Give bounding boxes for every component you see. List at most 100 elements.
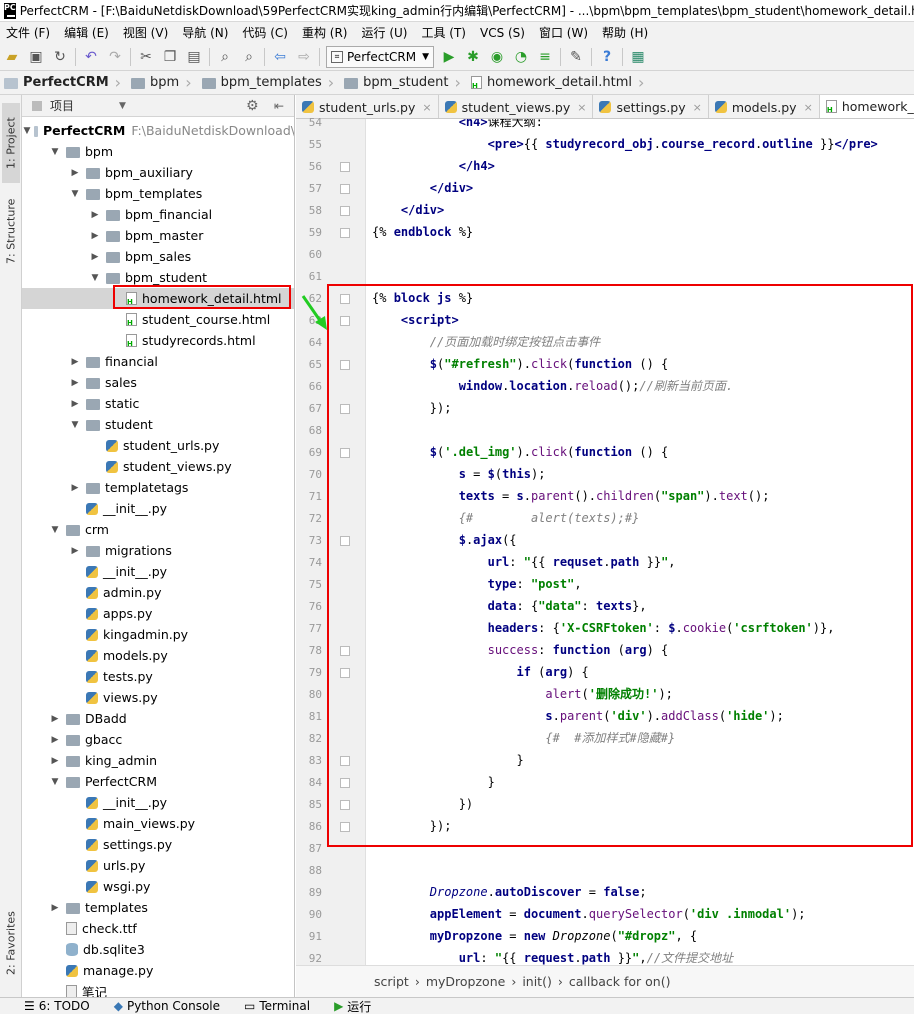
- fold-marker-icon[interactable]: [340, 162, 350, 172]
- fold-marker-icon[interactable]: [340, 756, 350, 766]
- breadcrumb-item[interactable]: homework_detail.html›: [467, 71, 651, 94]
- tree-item[interactable]: tests.py: [22, 666, 294, 687]
- tree-item[interactable]: ▶ bpm_financial: [22, 204, 294, 225]
- concurrency-icon[interactable]: ≡: [534, 46, 556, 68]
- chevron-right-icon[interactable]: ▶: [88, 210, 102, 220]
- chevron-right-icon[interactable]: ▶: [68, 378, 82, 388]
- find-icon[interactable]: ⌕: [214, 46, 236, 68]
- menu-run[interactable]: 运行 (U): [356, 24, 416, 41]
- tree-item[interactable]: homework_detail.html: [22, 288, 294, 309]
- chevron-right-icon[interactable]: ▶: [68, 168, 82, 178]
- chevron-right-icon[interactable]: ▶: [48, 903, 62, 913]
- tree-item[interactable]: settings.py: [22, 834, 294, 855]
- chevron-down-icon[interactable]: ▼: [88, 273, 102, 283]
- chevron-right-icon[interactable]: ▶: [88, 252, 102, 262]
- tree-item[interactable]: wsgi.py: [22, 876, 294, 897]
- profile-icon[interactable]: ◔: [510, 46, 532, 68]
- chevron-down-icon[interactable]: ▼: [48, 777, 62, 787]
- run-tab[interactable]: ▶ 运行: [334, 998, 371, 1014]
- chevron-down-icon[interactable]: ▼: [119, 101, 126, 111]
- chevron-right-icon[interactable]: ▶: [68, 546, 82, 556]
- tree-item[interactable]: ▶ DBadd: [22, 708, 294, 729]
- tree-item[interactable]: ▶ bpm_sales: [22, 246, 294, 267]
- run-icon[interactable]: ▶: [438, 46, 460, 68]
- tree-item[interactable]: ▼ PerfectCRM F:\BaiduNetdiskDownload\: [22, 120, 294, 141]
- menu-window[interactable]: 窗口 (W): [533, 24, 596, 41]
- menu-view[interactable]: 视图 (V): [117, 24, 176, 41]
- fold-marker-icon[interactable]: [340, 228, 350, 238]
- tree-item[interactable]: student_views.py: [22, 456, 294, 477]
- tree-item[interactable]: __init__.py: [22, 792, 294, 813]
- python-console-tab[interactable]: ◆ Python Console: [114, 999, 220, 1013]
- tree-item[interactable]: 笔记: [22, 981, 294, 997]
- tree-item[interactable]: ▶ bpm_auxiliary: [22, 162, 294, 183]
- tree-item[interactable]: ▶ king_admin: [22, 750, 294, 771]
- undo-icon[interactable]: ↶: [80, 46, 102, 68]
- cut-icon[interactable]: ✂: [135, 46, 157, 68]
- chevron-right-icon[interactable]: ▶: [48, 714, 62, 724]
- fold-marker-icon[interactable]: [340, 778, 350, 788]
- close-icon[interactable]: ×: [422, 101, 431, 114]
- tree-item[interactable]: studyrecords.html: [22, 330, 294, 351]
- breadcrumb-item[interactable]: PerfectCRM ›: [0, 71, 127, 94]
- project-view-select[interactable]: 项目: [50, 97, 74, 114]
- chevron-down-icon[interactable]: ▼: [68, 420, 82, 430]
- tree-item[interactable]: models.py: [22, 645, 294, 666]
- breadcrumb-item[interactable]: bpm_student ›: [340, 71, 467, 94]
- project-tool-tab[interactable]: 1: Project: [2, 103, 20, 183]
- fold-marker-icon[interactable]: [340, 404, 350, 414]
- structure-tool-tab[interactable]: 7: Structure: [2, 191, 20, 271]
- fold-marker-icon[interactable]: [340, 668, 350, 678]
- coverage-icon[interactable]: ◉: [486, 46, 508, 68]
- breadcrumb-item[interactable]: bpm_templates ›: [198, 71, 341, 94]
- tree-item[interactable]: views.py: [22, 687, 294, 708]
- close-icon[interactable]: ×: [693, 101, 702, 114]
- forward-icon[interactable]: ⇨: [293, 46, 315, 68]
- tree-item[interactable]: manage.py: [22, 960, 294, 981]
- menu-navigate[interactable]: 导航 (N): [176, 24, 236, 41]
- tree-item[interactable]: ▼ student: [22, 414, 294, 435]
- menu-vcs[interactable]: VCS (S): [474, 26, 533, 40]
- fold-marker-icon[interactable]: [340, 184, 350, 194]
- tree-item[interactable]: kingadmin.py: [22, 624, 294, 645]
- open-folder-icon[interactable]: ▰: [1, 46, 23, 68]
- tree-item[interactable]: apps.py: [22, 603, 294, 624]
- tree-item[interactable]: ▼ bpm: [22, 141, 294, 162]
- settings-wrench-icon[interactable]: ✎: [565, 46, 587, 68]
- close-icon[interactable]: ×: [577, 101, 586, 114]
- fold-marker-icon[interactable]: [340, 316, 350, 326]
- close-icon[interactable]: ×: [804, 101, 813, 114]
- chevron-right-icon[interactable]: ▶: [68, 399, 82, 409]
- editor-tab[interactable]: settings.py ×: [593, 95, 709, 118]
- fold-marker-icon[interactable]: [340, 360, 350, 370]
- tree-item[interactable]: ▶ templates: [22, 897, 294, 918]
- tree-item[interactable]: ▼ crm: [22, 519, 294, 540]
- tree-item[interactable]: admin.py: [22, 582, 294, 603]
- save-all-icon[interactable]: ▣: [25, 46, 47, 68]
- debug-icon[interactable]: ✱: [462, 46, 484, 68]
- fold-marker-icon[interactable]: [340, 822, 350, 832]
- tree-item[interactable]: check.ttf: [22, 918, 294, 939]
- tree-item[interactable]: ▶ sales: [22, 372, 294, 393]
- paste-icon[interactable]: ▤: [183, 46, 205, 68]
- code-crumb[interactable]: init(): [522, 974, 552, 989]
- tree-item[interactable]: ▼ PerfectCRM: [22, 771, 294, 792]
- tree-item[interactable]: student_course.html: [22, 309, 294, 330]
- editor-tab[interactable]: homework_detail.html: [819, 95, 914, 118]
- hide-panel-icon[interactable]: ⇤: [274, 99, 284, 113]
- tree-item[interactable]: ▶ templatetags: [22, 477, 294, 498]
- menu-code[interactable]: 代码 (C): [236, 24, 296, 41]
- tree-item[interactable]: student_urls.py: [22, 435, 294, 456]
- back-icon[interactable]: ⇦: [269, 46, 291, 68]
- tree-item[interactable]: ▶ migrations: [22, 540, 294, 561]
- redo-icon[interactable]: ↷: [104, 46, 126, 68]
- tree-item[interactable]: ▶ bpm_master: [22, 225, 294, 246]
- editor-tab[interactable]: student_views.py ×: [439, 95, 594, 118]
- code-crumb[interactable]: callback for on(): [569, 974, 671, 989]
- chevron-down-icon[interactable]: ▼: [68, 189, 82, 199]
- menu-tools[interactable]: 工具 (T): [415, 24, 474, 41]
- tree-item[interactable]: __init__.py: [22, 561, 294, 582]
- fold-marker-icon[interactable]: [340, 448, 350, 458]
- menu-file[interactable]: 文件 (F): [0, 24, 58, 41]
- fold-marker-icon[interactable]: [340, 294, 350, 304]
